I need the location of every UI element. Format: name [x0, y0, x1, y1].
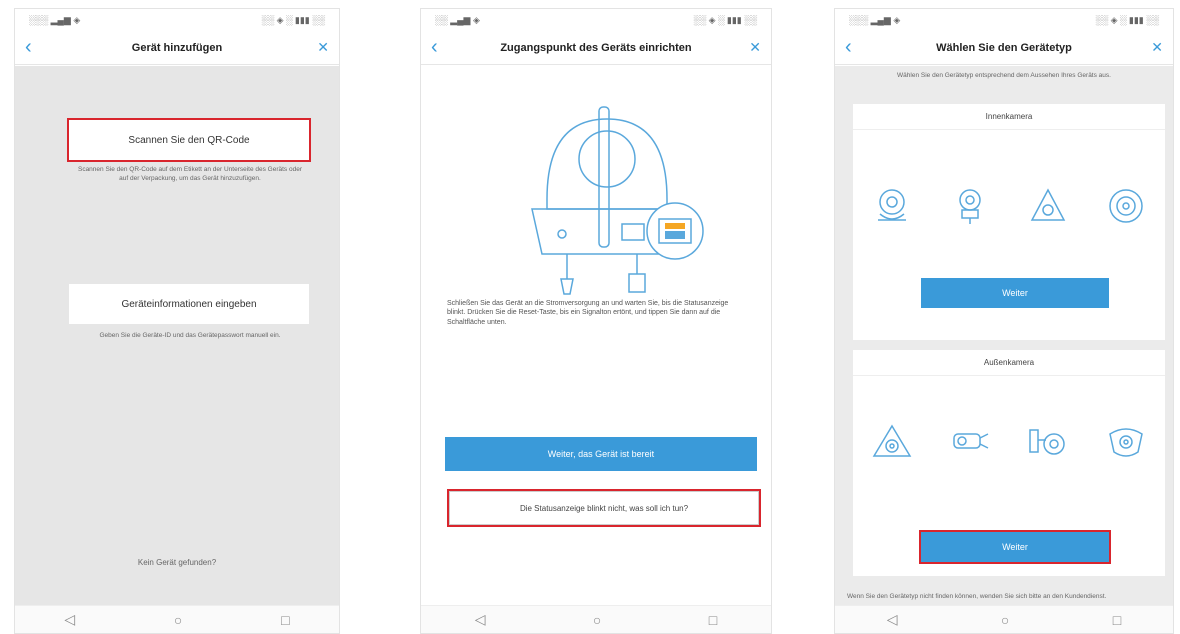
back-icon[interactable]: ‹: [25, 36, 47, 59]
no-device-link[interactable]: Kein Gerät gefunden?: [15, 558, 339, 567]
select-device-type-screen: ░░░ ▂▄▆ ◈ ░░ ◈ ░ ▮▮▮ ░░ ‹ Wählen Sie den…: [834, 8, 1174, 634]
card-title: Innenkamera: [853, 104, 1165, 130]
outdoor-camera-card: Außenkamera Weiter: [853, 350, 1165, 576]
device-ready-button[interactable]: Weiter, das Gerät ist bereit: [445, 437, 757, 471]
system-home-icon[interactable]: ○: [174, 612, 182, 628]
nav-bar: ‹ Gerät hinzufügen ✕: [15, 31, 339, 65]
system-home-icon[interactable]: ○: [1001, 612, 1009, 628]
system-nav-bar: ◁ ○ □: [421, 605, 771, 633]
status-right: ░░ ◈ ░ ▮▮▮ ░░: [693, 14, 757, 25]
status-left: ░░░ ▂▄▆ ◈: [29, 14, 81, 25]
bullet-camera-icon[interactable]: [948, 420, 992, 464]
help-note: Wenn Sie den Gerätetyp nicht finden könn…: [847, 592, 1107, 600]
nav-bar: ‹ Wählen Sie den Gerätetyp ✕: [835, 31, 1173, 65]
instruction-text: Schließen Sie das Gerät an die Stromvers…: [447, 300, 729, 326]
outdoor-camera-icons: [853, 420, 1165, 464]
system-nav-bar: ◁ ○ □: [835, 605, 1173, 633]
card-title: Außenkamera: [853, 350, 1165, 376]
mounted-camera-icon[interactable]: [1026, 420, 1070, 464]
close-icon[interactable]: ✕: [1141, 39, 1163, 56]
status-left: ░░ ▂▄▆ ◈: [435, 14, 480, 25]
system-nav-bar: ◁ ○ □: [15, 605, 339, 633]
system-back-icon[interactable]: ◁: [64, 611, 75, 628]
status-right: ░░ ◈ ░ ▮▮▮ ░░: [261, 14, 325, 25]
page-title: Wählen Sie den Gerätetyp: [936, 41, 1072, 54]
scan-qr-description: Scannen Sie den QR-Code auf dem Etikett …: [77, 166, 302, 182]
page-title: Gerät hinzufügen: [131, 41, 223, 54]
device-type-area: Wählen Sie den Gerätetyp entsprechend de…: [835, 66, 1173, 605]
back-icon[interactable]: ‹: [845, 36, 867, 59]
close-icon[interactable]: ✕: [307, 39, 329, 56]
status-right: ░░ ◈ ░ ▮▮▮ ░░: [1095, 14, 1159, 25]
device-type-hint: Wählen Sie den Gerätetyp entsprechend de…: [897, 72, 1111, 79]
system-recent-icon[interactable]: □: [281, 612, 289, 628]
triangle-camera-icon[interactable]: [870, 420, 914, 464]
status-bar: ░░░ ▂▄▆ ◈ ░░ ◈ ░ ▮▮▮ ░░: [15, 9, 339, 31]
floodlight-camera-icon[interactable]: [1104, 420, 1148, 464]
status-bar: ░░ ▂▄▆ ◈ ░░ ◈ ░ ▮▮▮ ░░: [421, 9, 771, 31]
indoor-camera-icons: [853, 184, 1165, 228]
page-title: Zugangspunkt des Geräts einrichten: [500, 41, 692, 54]
cube-camera-icon[interactable]: [948, 184, 992, 228]
system-back-icon[interactable]: ◁: [475, 611, 486, 628]
pyramid-camera-icon[interactable]: [1026, 184, 1070, 228]
system-recent-icon[interactable]: □: [1113, 612, 1121, 628]
add-device-screen: ░░░ ▂▄▆ ◈ ░░ ◈ ░ ▮▮▮ ░░ ‹ Gerät hinzufüg…: [14, 8, 340, 634]
system-recent-icon[interactable]: □: [709, 612, 717, 628]
back-icon[interactable]: ‹: [431, 36, 453, 59]
dome-camera-icon[interactable]: [870, 184, 914, 228]
status-bar: ░░░ ▂▄▆ ◈ ░░ ◈ ░ ▮▮▮ ░░: [835, 9, 1173, 31]
enter-device-info-button[interactable]: Geräteinformationen eingeben: [69, 284, 309, 324]
round-camera-icon[interactable]: [1104, 184, 1148, 228]
scan-qr-button[interactable]: Scannen Sie den QR-Code: [67, 118, 311, 162]
system-home-icon[interactable]: ○: [593, 612, 601, 628]
camera-illustration: [531, 106, 704, 295]
system-back-icon[interactable]: ◁: [887, 611, 898, 628]
nav-bar: ‹ Zugangspunkt des Geräts einrichten ✕: [421, 31, 771, 65]
outdoor-next-button[interactable]: Weiter: [919, 530, 1111, 564]
enter-device-info-description: Geben Sie die Geräte-ID und das Gerätepa…: [99, 332, 281, 339]
options-area: Scannen Sie den QR-Code Scannen Sie den …: [15, 66, 339, 605]
indoor-next-button[interactable]: Weiter: [921, 278, 1109, 308]
indicator-not-blinking-button[interactable]: Die Statusanzeige blinkt nicht, was soll…: [447, 489, 761, 527]
close-icon[interactable]: ✕: [739, 39, 761, 56]
access-point-screen: ░░ ▂▄▆ ◈ ░░ ◈ ░ ▮▮▮ ░░ ‹ Zugangspunkt de…: [420, 8, 772, 634]
indoor-camera-card: Innenkamera Weiter: [853, 104, 1165, 340]
status-left: ░░░ ▂▄▆ ◈: [849, 14, 901, 25]
